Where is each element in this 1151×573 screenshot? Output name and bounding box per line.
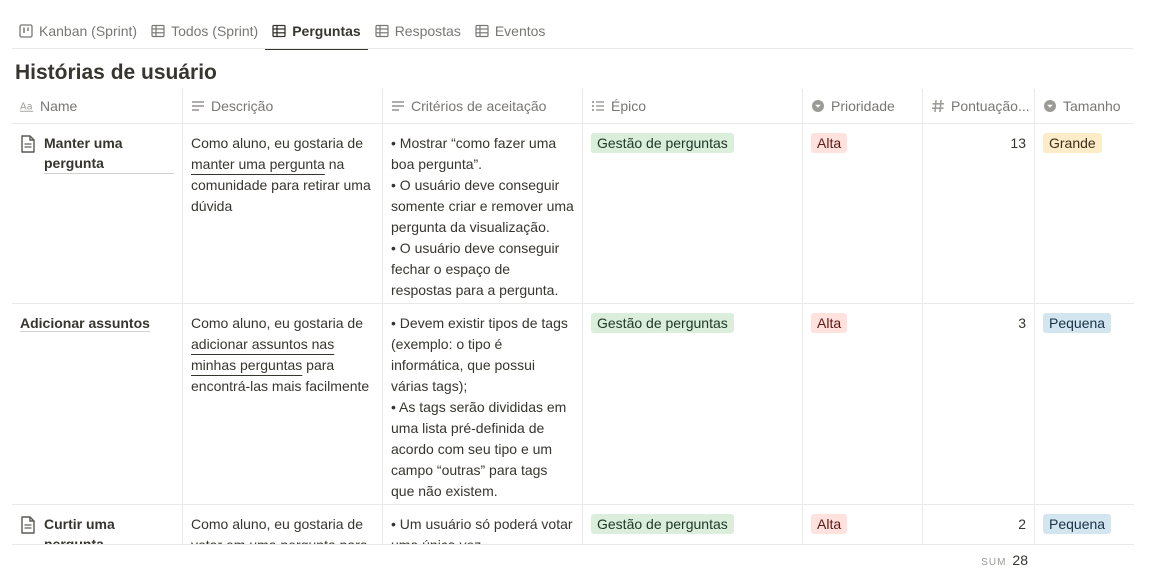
text-lines-icon bbox=[392, 101, 404, 111]
size-tag: Pequena bbox=[1043, 313, 1112, 333]
tab-eventos[interactable]: Eventos bbox=[468, 12, 553, 49]
description-text: Como aluno, eu gostaria de bbox=[191, 315, 363, 331]
table-header-row: Aa Name Descrição Critérios de aceitação… bbox=[12, 89, 1134, 124]
row-title[interactable]: Adicionar assuntos bbox=[20, 315, 150, 332]
select-icon bbox=[812, 100, 824, 112]
column-header-label: Pontuação... bbox=[951, 97, 1030, 114]
criteria-cell[interactable]: • Devem existir tipos de tags (exemplo: … bbox=[383, 304, 583, 504]
criteria-item: • Um usuário só poderá votar uma única v… bbox=[391, 516, 573, 545]
priority-tag: Alta bbox=[811, 313, 848, 333]
column-header-points[interactable]: Pontuação... bbox=[923, 89, 1035, 123]
column-header-name[interactable]: Aa Name bbox=[12, 89, 183, 123]
table-row[interactable]: Manter uma pergunta Como aluno, eu gosta… bbox=[12, 124, 1134, 304]
description-text: Como aluno, eu gostaria de votar em uma … bbox=[191, 516, 368, 545]
name-cell[interactable]: Curtir uma pergunta bbox=[12, 505, 183, 545]
size-cell[interactable]: Pequena bbox=[1035, 505, 1134, 545]
column-header-label: Tamanho bbox=[1063, 97, 1121, 114]
points-cell[interactable]: 2 bbox=[923, 505, 1035, 545]
epic-tag: Gestão de perguntas bbox=[591, 313, 734, 333]
table-footer-divider bbox=[12, 544, 1134, 545]
epic-cell[interactable]: Gestão de perguntas bbox=[583, 304, 803, 504]
description-cell[interactable]: Como aluno, eu gostaria de votar em uma … bbox=[183, 505, 383, 545]
description-link[interactable]: manter uma pergunta bbox=[191, 156, 325, 172]
priority-cell[interactable]: Alta bbox=[803, 304, 923, 504]
size-cell[interactable]: Grande bbox=[1035, 124, 1134, 303]
text-lines-icon bbox=[192, 101, 204, 111]
name-cell[interactable]: Manter uma pergunta bbox=[12, 124, 183, 303]
row-title[interactable]: Manter uma pergunta bbox=[44, 133, 174, 174]
sum-label: SUM bbox=[981, 557, 1007, 568]
column-header-label: Descrição bbox=[211, 97, 274, 114]
column-header-priority[interactable]: Prioridade bbox=[803, 89, 923, 123]
tab-label: Respostas bbox=[394, 22, 461, 39]
tab-label: Kanban (Sprint) bbox=[39, 22, 138, 39]
table-icon bbox=[272, 24, 286, 37]
priority-tag: Alta bbox=[811, 514, 848, 534]
priority-cell[interactable]: Alta bbox=[803, 505, 923, 545]
tab-perguntas[interactable]: Perguntas bbox=[265, 12, 369, 50]
row-title[interactable]: Curtir uma pergunta bbox=[44, 514, 174, 545]
column-header-label: Prioridade bbox=[831, 97, 895, 114]
document-icon bbox=[21, 135, 35, 153]
criteria-item: • Mostrar “como fazer uma boa pergunta”. bbox=[391, 135, 557, 172]
name-cell[interactable]: Adicionar assuntos bbox=[12, 304, 183, 504]
number-icon bbox=[932, 99, 944, 113]
table-row[interactable]: Adicionar assuntos Como aluno, eu gostar… bbox=[12, 304, 1134, 505]
criteria-item: • As tags serão divididas em uma lista p… bbox=[391, 399, 567, 499]
description-cell[interactable]: Como aluno, eu gostaria de adicionar ass… bbox=[183, 304, 383, 504]
column-header-label: Name bbox=[40, 97, 78, 114]
priority-tag: Alta bbox=[811, 133, 848, 153]
description-cell[interactable]: Como aluno, eu gostaria de manter uma pe… bbox=[183, 124, 383, 303]
criteria-item: • Devem existir tipos de tags (exemplo: … bbox=[391, 315, 568, 394]
points-cell[interactable]: 3 bbox=[923, 304, 1035, 504]
tab-kanban-sprint[interactable]: Kanban (Sprint) bbox=[12, 12, 144, 49]
select-icon bbox=[1044, 100, 1056, 112]
view-tabs: Kanban (Sprint) Todos (Sprint) Perguntas… bbox=[12, 12, 553, 50]
text-property-icon: Aa bbox=[20, 102, 34, 113]
document-icon bbox=[21, 516, 35, 534]
epic-cell[interactable]: Gestão de perguntas bbox=[583, 505, 803, 545]
column-header-epic[interactable]: Épico bbox=[583, 89, 803, 123]
criteria-item: • O usuário deve conseguir somente criar… bbox=[391, 177, 574, 235]
size-cell[interactable]: Pequena bbox=[1035, 304, 1134, 504]
tab-label: Todos (Sprint) bbox=[171, 22, 259, 39]
priority-cell[interactable]: Alta bbox=[803, 124, 923, 303]
column-header-label: Épico bbox=[611, 97, 647, 114]
criteria-cell[interactable]: • Um usuário só poderá votar uma única v… bbox=[383, 505, 583, 545]
table-row[interactable]: Curtir uma pergunta Como aluno, eu gosta… bbox=[12, 505, 1134, 545]
description-text: Como aluno, eu gostaria de bbox=[191, 135, 363, 151]
table-icon bbox=[151, 24, 165, 37]
tab-todos-sprint[interactable]: Todos (Sprint) bbox=[144, 12, 265, 49]
points-cell[interactable]: 13 bbox=[923, 124, 1035, 303]
tabs-divider bbox=[12, 48, 1133, 49]
page-title: Histórias de usuário bbox=[15, 61, 217, 84]
table-icon bbox=[475, 24, 489, 37]
size-tag: Pequena bbox=[1043, 514, 1112, 534]
epic-tag: Gestão de perguntas bbox=[591, 133, 734, 153]
column-header-label: Critérios de aceitação bbox=[411, 97, 547, 114]
criteria-cell[interactable]: • Mostrar “como fazer uma boa pergunta”.… bbox=[383, 124, 583, 303]
multi-select-icon bbox=[591, 100, 604, 112]
column-header-description[interactable]: Descrição bbox=[183, 89, 383, 123]
sum-value: 28 bbox=[1012, 552, 1028, 568]
tab-label: Perguntas bbox=[292, 22, 361, 39]
criteria-item: • O usuário deve conseguir fechar o espa… bbox=[391, 240, 560, 298]
tab-respostas[interactable]: Respostas bbox=[368, 12, 468, 49]
column-header-criteria[interactable]: Critérios de aceitação bbox=[383, 89, 583, 123]
table-icon bbox=[375, 24, 389, 37]
points-sum[interactable]: SUM 28 bbox=[981, 552, 1028, 568]
size-tag: Grande bbox=[1043, 133, 1102, 153]
tab-label: Eventos bbox=[494, 22, 546, 39]
board-icon bbox=[19, 23, 33, 38]
user-stories-table: Aa Name Descrição Critérios de aceitação… bbox=[12, 89, 1134, 545]
epic-cell[interactable]: Gestão de perguntas bbox=[583, 124, 803, 303]
epic-tag: Gestão de perguntas bbox=[591, 514, 734, 534]
column-header-size[interactable]: Tamanho bbox=[1035, 89, 1134, 123]
